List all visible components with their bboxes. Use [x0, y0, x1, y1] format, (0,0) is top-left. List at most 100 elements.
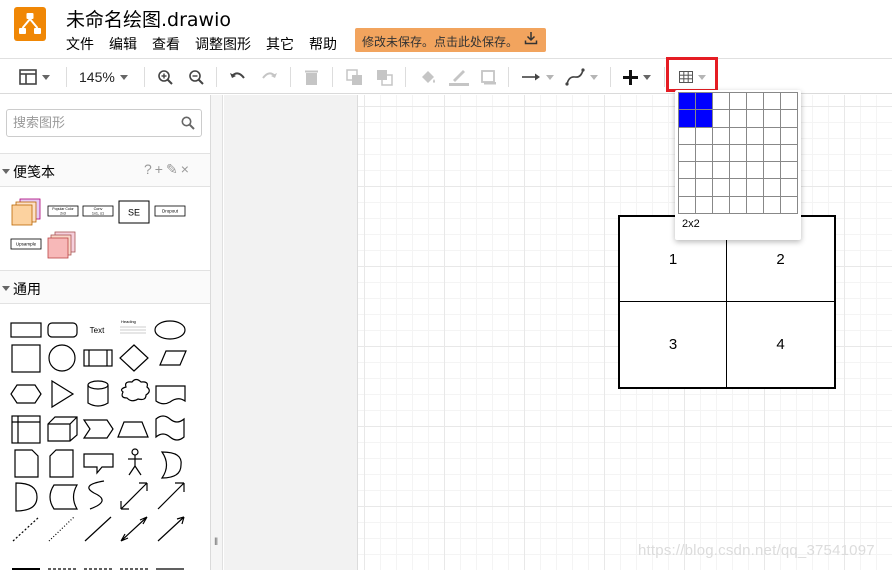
waypoints-dropdown[interactable]	[565, 66, 598, 88]
table-picker-cell[interactable]	[747, 144, 764, 163]
table-picker-grid[interactable]	[678, 92, 798, 215]
table-picker-cell[interactable]	[696, 196, 713, 215]
table-picker-cell[interactable]	[730, 110, 747, 128]
table-picker-cell[interactable]	[679, 127, 696, 145]
table-picker-cell[interactable]	[764, 162, 781, 180]
line-color-button[interactable]	[449, 66, 469, 88]
table-cell[interactable]: 4	[727, 302, 834, 387]
table-picker-cell[interactable]	[696, 127, 713, 145]
table-picker-cell[interactable]	[696, 93, 713, 111]
drawio-logo-icon[interactable]	[14, 7, 46, 41]
table-picker-cell[interactable]	[713, 162, 730, 180]
table-picker-cell[interactable]	[764, 93, 781, 111]
table-picker-cell[interactable]	[713, 127, 730, 145]
menu-extras[interactable]: 其它	[266, 34, 294, 54]
table-picker-cell[interactable]	[764, 144, 781, 163]
shapes-sidebar: 便笺本 ? + ✎ × Popular Color 2x3 Conv 1x1, …	[0, 95, 211, 570]
zoom-out-button[interactable]	[188, 66, 205, 88]
table-picker-cell[interactable]	[679, 93, 696, 111]
menu-edit[interactable]: 编辑	[109, 34, 137, 54]
table-picker-cell[interactable]	[781, 93, 798, 111]
table-picker-cell[interactable]	[713, 179, 730, 197]
table-picker-cell[interactable]	[679, 110, 696, 128]
document-title[interactable]: 未命名绘图.drawio	[66, 5, 231, 32]
zoom-dropdown[interactable]: 145%	[79, 66, 128, 88]
table-picker-cell[interactable]	[781, 110, 798, 128]
table-picker-cell[interactable]	[747, 127, 764, 145]
table-picker-cell[interactable]	[747, 196, 764, 215]
chevron-down-icon	[590, 74, 598, 80]
table-picker-cell[interactable]	[696, 162, 713, 180]
table-picker-cell[interactable]	[730, 93, 747, 111]
text-shape-label: Text	[90, 326, 105, 335]
table-picker-cell[interactable]	[781, 144, 798, 163]
help-icon[interactable]: ?	[144, 161, 152, 178]
search-icon[interactable]	[181, 116, 195, 135]
toolbar-divider	[664, 67, 665, 87]
zoom-in-icon	[157, 69, 174, 86]
shadow-button[interactable]	[480, 66, 497, 88]
table-picker-cell[interactable]	[730, 162, 747, 180]
table-picker-cell[interactable]	[764, 179, 781, 197]
diagram-table-2x2[interactable]: 1 2 3 4	[618, 215, 836, 389]
scratchpad-shapes[interactable]: Popular Color 2x3 Conv 1x1, s1 SE Dropou…	[0, 189, 211, 271]
table-picker-cell[interactable]	[696, 110, 713, 128]
table-picker-cell[interactable]	[713, 196, 730, 215]
table-cell[interactable]: 3	[620, 302, 727, 387]
format-panel-button[interactable]	[19, 66, 50, 88]
menu-view[interactable]: 查看	[152, 34, 180, 54]
table-picker-cell[interactable]	[764, 110, 781, 128]
zoom-out-icon	[188, 69, 205, 86]
table-picker-cell[interactable]	[696, 144, 713, 163]
fill-color-button[interactable]	[419, 66, 437, 88]
redo-button[interactable]	[260, 66, 278, 88]
table-picker-cell[interactable]	[747, 179, 764, 197]
add-icon[interactable]: +	[155, 161, 163, 178]
table-picker-cell[interactable]	[679, 179, 696, 197]
table-picker-cell[interactable]	[730, 127, 747, 145]
unsaved-changes-button[interactable]: 修改未保存。点击此处保存。	[355, 28, 547, 52]
table-picker-cell[interactable]	[730, 196, 747, 215]
menu-file[interactable]: 文件	[66, 34, 94, 54]
undo-button[interactable]	[229, 66, 247, 88]
table-picker-cell[interactable]	[679, 144, 696, 163]
menu-arrange[interactable]: 调整图形	[195, 34, 251, 54]
heading-shape-label: Heading	[121, 319, 136, 324]
table-picker-cell[interactable]	[781, 196, 798, 215]
sidebar-resize-handle[interactable]: ‖	[211, 95, 223, 570]
shape-search-input[interactable]	[13, 111, 173, 135]
table-picker-cell[interactable]	[747, 162, 764, 180]
table-picker-cell[interactable]	[696, 179, 713, 197]
connection-style-dropdown[interactable]	[521, 66, 554, 88]
table-picker-cell[interactable]	[730, 179, 747, 197]
table-picker-cell[interactable]	[764, 127, 781, 145]
table-picker-cell[interactable]	[781, 127, 798, 145]
table-picker-cell[interactable]	[747, 93, 764, 111]
chevron-down-icon	[2, 286, 10, 291]
table-picker-cell[interactable]	[747, 110, 764, 128]
general-shapes-palette[interactable]: Text Heading	[0, 305, 210, 570]
zoom-in-button[interactable]	[157, 66, 174, 88]
delete-button[interactable]	[304, 66, 319, 88]
table-picker-cell[interactable]	[713, 110, 730, 128]
menu-help[interactable]: 帮助	[309, 34, 337, 54]
svg-text:Conv: Conv	[94, 207, 103, 211]
table-picker-cell[interactable]	[713, 93, 730, 111]
table-picker-cell[interactable]	[730, 144, 747, 163]
drawio-window: 未命名绘图.drawio 文件 编辑 查看 调整图形 其它 帮助 修改未保存。点…	[0, 0, 892, 570]
edit-icon[interactable]: ✎	[166, 161, 178, 178]
to-front-button[interactable]	[346, 66, 363, 88]
chevron-down-icon	[546, 74, 554, 80]
general-section-header[interactable]: 通用	[0, 270, 210, 304]
table-picker-cell[interactable]	[679, 162, 696, 180]
table-picker-cell[interactable]	[764, 196, 781, 215]
insert-dropdown[interactable]	[623, 66, 651, 88]
table-picker-cell[interactable]	[713, 144, 730, 163]
table-picker-cell[interactable]	[679, 196, 696, 215]
table-picker-cell[interactable]	[781, 179, 798, 197]
table-picker-cell[interactable]	[781, 162, 798, 180]
close-icon[interactable]: ×	[181, 161, 189, 178]
scratchpad-tools: ? + ✎ ×	[144, 161, 189, 178]
scratchpad-section-header[interactable]: 便笺本 ? + ✎ ×	[0, 153, 210, 187]
to-back-button[interactable]	[376, 66, 393, 88]
